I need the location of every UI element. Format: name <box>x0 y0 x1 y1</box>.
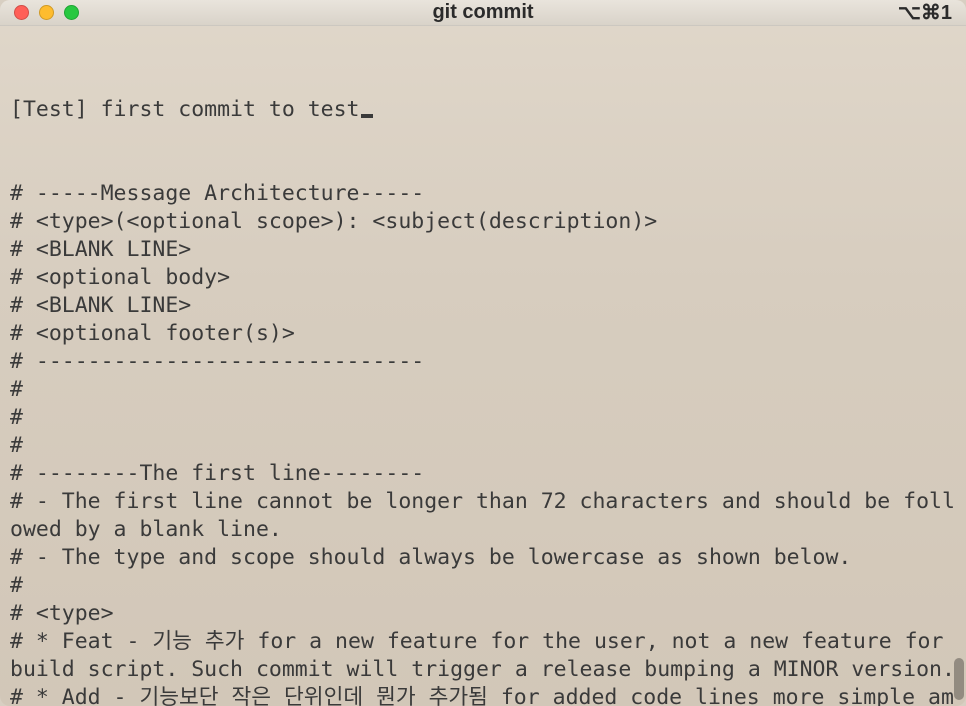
comment-line: # --------The first line-------- <box>10 460 956 488</box>
zoom-icon[interactable] <box>64 5 79 20</box>
comment-line: # <box>10 376 956 404</box>
comment-line: # <type> <box>10 600 956 628</box>
close-icon[interactable] <box>14 5 29 20</box>
comment-line: # * Feat - 기능 추가 for a new feature for t… <box>10 628 956 684</box>
titlebar: git commit ⌥⌘1 <box>0 0 966 26</box>
commit-subject-line[interactable]: [Test] first commit to test <box>10 96 956 124</box>
comment-line: # <box>10 404 956 432</box>
comment-line: # <BLANK LINE> <box>10 292 956 320</box>
comment-line: # ------------------------------ <box>10 348 956 376</box>
comment-line: # <optional body> <box>10 264 956 292</box>
comment-line: # - The first line cannot be longer than… <box>10 488 956 544</box>
comment-line: # <type>(<optional scope>): <subject(des… <box>10 208 956 236</box>
comment-line: # <box>10 572 956 600</box>
comment-line: # - The type and scope should always be … <box>10 544 956 572</box>
traffic-lights <box>14 5 79 20</box>
comment-line: # <box>10 432 956 460</box>
tab-shortcut-label: ⌥⌘1 <box>898 0 952 25</box>
minimize-icon[interactable] <box>39 5 54 20</box>
comment-line: # -----Message Architecture----- <box>10 180 956 208</box>
terminal-window: git commit ⌥⌘1 [Test] first commit to te… <box>0 0 966 706</box>
comment-line: # <optional footer(s)> <box>10 320 956 348</box>
comment-line: # <BLANK LINE> <box>10 236 956 264</box>
commit-template-comments: # -----Message Architecture-----# <type>… <box>10 180 956 706</box>
text-cursor-icon <box>361 114 373 118</box>
comment-line: # * Add - 기능보단 작은 단위인데 뭔가 추가됨 for added … <box>10 684 956 706</box>
editor-viewport[interactable]: [Test] first commit to test # -----Messa… <box>0 26 966 706</box>
window-title: git commit <box>0 1 966 24</box>
scrollbar-thumb[interactable] <box>954 658 964 700</box>
commit-subject-text: [Test] first commit to test <box>10 97 360 122</box>
